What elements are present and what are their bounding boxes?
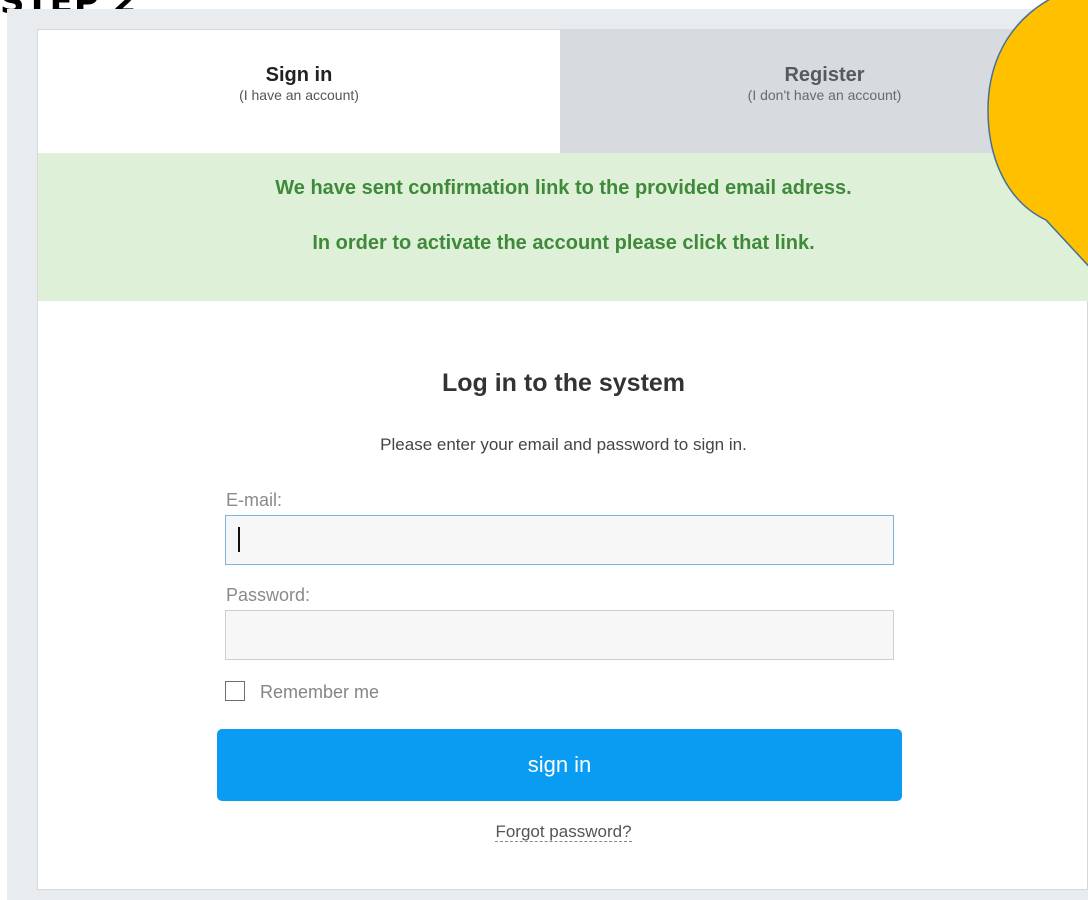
tab-sign-in-subtitle: (I have an account)	[239, 87, 359, 103]
tab-register[interactable]: Register (I don't have an account)	[560, 30, 1088, 153]
auth-tabs: Sign in (I have an account) Register (I …	[38, 30, 1088, 153]
alert-message-line-2: In order to activate the account please …	[312, 232, 815, 254]
tab-sign-in-title: Sign in	[265, 64, 333, 86]
auth-panel: Sign in (I have an account) Register (I …	[37, 29, 1088, 890]
tab-register-title: Register	[784, 64, 865, 86]
remember-me-label: Remember me	[260, 682, 380, 702]
password-field[interactable]	[225, 610, 894, 660]
password-label: Password:	[226, 585, 311, 605]
email-label: E-mail:	[226, 490, 283, 510]
tab-register-subtitle: (I don't have an account)	[747, 87, 902, 103]
text-cursor	[238, 527, 240, 552]
form-description: Please enter your email and password to …	[380, 435, 747, 454]
forgot-password: Forgot password?	[38, 822, 1088, 842]
remember-me-checkbox[interactable]	[225, 681, 245, 701]
form-title: Log in to the system	[441, 369, 686, 397]
tab-sign-in[interactable]: Sign in (I have an account)	[38, 30, 560, 153]
confirmation-alert: We have sent confirmation link to the pr…	[38, 153, 1088, 301]
forgot-password-link[interactable]: Forgot password?	[495, 822, 632, 842]
email-field[interactable]	[225, 515, 894, 565]
alert-message-line-1: We have sent confirmation link to the pr…	[275, 177, 852, 199]
sign-in-button[interactable]: sign in	[217, 729, 902, 801]
